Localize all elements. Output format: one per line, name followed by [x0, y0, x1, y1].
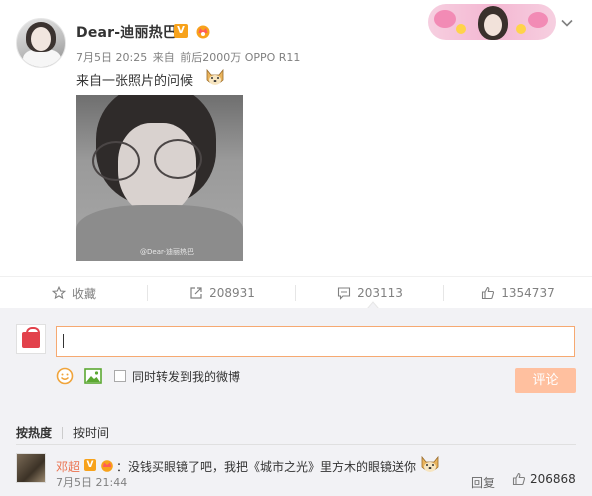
sync-repost-label[interactable]: 同时转发到我的微博	[132, 368, 240, 385]
my-avatar[interactable]	[16, 324, 46, 354]
post-action-bar: 收藏 208931 203113 1354737	[0, 276, 592, 308]
commenter-name[interactable]: 邓超	[56, 458, 80, 475]
post-source[interactable]: 前后2000万 OPPO R11	[180, 51, 300, 64]
image-icon[interactable]	[84, 368, 102, 384]
divider	[16, 444, 576, 445]
user-avatar[interactable]	[16, 18, 66, 68]
comment-text: ：没钱买眼镜了吧，我把《城市之光》里方木的眼镜送你	[116, 460, 417, 474]
reply-button[interactable]: 回复	[471, 474, 495, 491]
repost-icon	[190, 287, 202, 299]
comment-like-count: 206868	[530, 472, 576, 486]
photo-watermark: @Dear-迪丽热巴	[140, 248, 194, 256]
post-source-prefix: 来自	[152, 51, 175, 64]
star-icon	[51, 286, 66, 300]
post-photo[interactable]: @Dear-迪丽热巴	[76, 95, 243, 261]
card-banner-decoration[interactable]	[428, 4, 556, 40]
emoji-icon[interactable]	[56, 367, 74, 385]
text-caret	[63, 334, 64, 348]
comment-time: 7月5日 21:44	[56, 476, 128, 489]
post-time[interactable]: 7月5日 20:25	[76, 51, 147, 64]
vip-badge-icon[interactable]: V	[174, 24, 188, 38]
crown-badge-icon[interactable]	[195, 23, 211, 39]
post-username[interactable]: Dear-迪丽热巴	[76, 22, 177, 42]
like-count: 1354737	[501, 286, 555, 300]
favorite-button[interactable]: 收藏	[0, 277, 148, 309]
submit-comment-button[interactable]: 评论	[515, 368, 576, 393]
post-meta: 7月5日 20:25 来自 前后2000万 OPPO R11	[76, 49, 302, 65]
weibo-post: Dear-迪丽热巴 V 7月5日 20:25 来自 前后2000万 OPPO R…	[0, 0, 592, 276]
sort-by-hot-tab[interactable]: 按热度	[16, 424, 52, 441]
comment-sort: 按热度 按时间	[16, 424, 109, 441]
favorite-label: 收藏	[71, 286, 96, 301]
thumbs-up-icon	[482, 286, 495, 300]
thumbs-up-icon	[512, 472, 526, 486]
chevron-down-icon[interactable]	[560, 16, 574, 30]
comment-icon	[338, 287, 351, 300]
comment-input[interactable]	[56, 326, 575, 357]
doge-emoji-icon	[206, 68, 224, 85]
like-button[interactable]: 1354737	[444, 277, 592, 309]
doge-emoji-icon	[421, 455, 439, 472]
comment-like-button[interactable]: 206868	[512, 472, 576, 486]
commenter-avatar[interactable]	[16, 453, 46, 483]
comment-count: 203113	[357, 286, 403, 300]
post-text: 来自一张照片的问候	[76, 74, 194, 89]
crown-badge-icon[interactable]	[99, 458, 115, 472]
sort-by-time-tab[interactable]: 按时间	[73, 424, 109, 441]
vip-badge-icon[interactable]: V	[84, 459, 96, 471]
sync-repost-checkbox[interactable]	[114, 370, 126, 382]
comments-section: 同时转发到我的微博 评论 按热度 按时间 邓超 V ：没钱买眼镜了吧，我把《城市…	[0, 308, 592, 496]
repost-count: 208931	[209, 286, 255, 300]
repost-button[interactable]: 208931	[148, 277, 296, 309]
comment-tools: 同时转发到我的微博	[56, 366, 240, 386]
